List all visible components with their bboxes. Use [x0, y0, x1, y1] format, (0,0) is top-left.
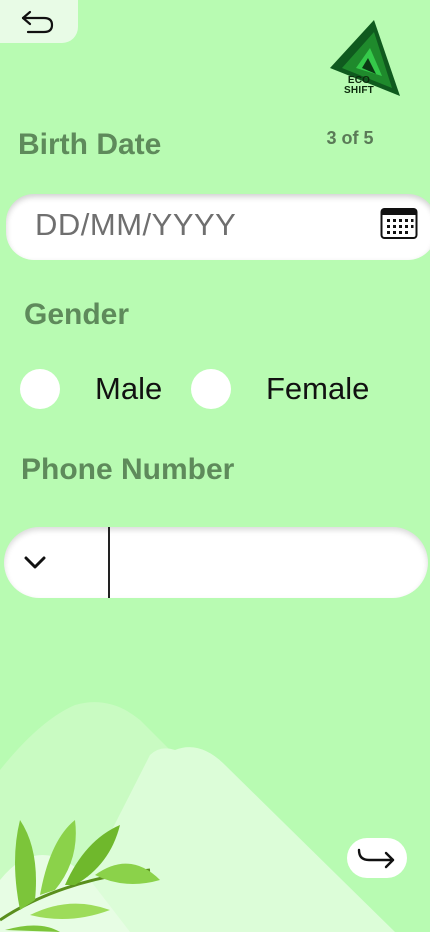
birth-date-input[interactable]: DD/MM/YYYY — [6, 194, 430, 260]
chevron-down-icon — [24, 556, 46, 568]
forward-arrow-icon — [357, 848, 395, 869]
birth-date-label: Birth Date — [18, 128, 162, 161]
gender-male-label[interactable]: Male — [95, 371, 162, 407]
gender-label: Gender — [24, 298, 130, 331]
back-arrow-icon — [21, 10, 54, 33]
step-indicator: 3 of 5 — [326, 128, 374, 148]
logo-text: ECO SHIFT — [334, 76, 384, 96]
back-button[interactable] — [0, 0, 78, 43]
birth-date-placeholder: DD/MM/YYYY — [35, 207, 237, 242]
gender-female-label[interactable]: Female — [266, 371, 369, 407]
next-button[interactable] — [347, 838, 407, 878]
phone-number-field — [4, 527, 428, 598]
eco-shift-logo: ECO SHIFT — [326, 18, 402, 100]
decorative-background — [0, 702, 395, 932]
phone-number-input[interactable] — [116, 527, 420, 598]
gender-female-radio[interactable] — [191, 369, 231, 409]
phone-number-label: Phone Number — [21, 453, 235, 486]
calendar-icon[interactable] — [380, 206, 418, 240]
phone-divider — [108, 527, 110, 598]
country-code-dropdown[interactable] — [4, 527, 109, 598]
logo-text-line2: SHIFT — [344, 85, 374, 96]
gender-male-radio[interactable] — [20, 369, 60, 409]
